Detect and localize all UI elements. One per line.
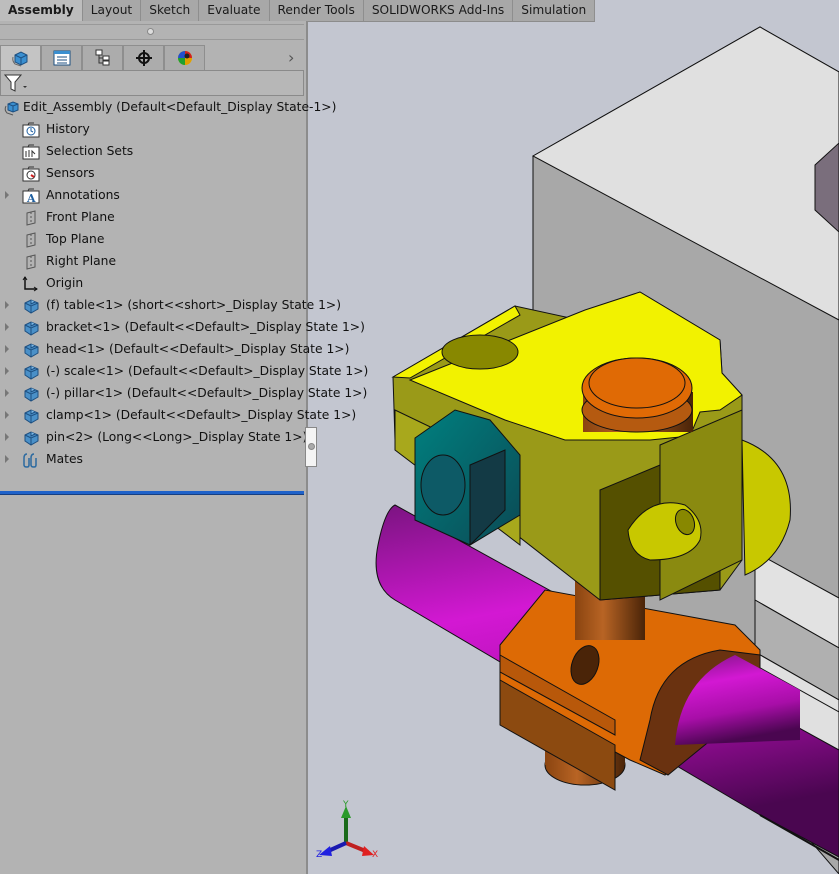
tree-item-label: Selection Sets bbox=[46, 144, 134, 158]
expand-arrow-icon[interactable] bbox=[5, 367, 9, 375]
expand-arrow-icon[interactable] bbox=[5, 345, 9, 353]
tree-item-top-plane[interactable]: Top Plane bbox=[0, 229, 304, 251]
expand-arrow-icon[interactable] bbox=[5, 323, 9, 331]
tab-layout[interactable]: Layout bbox=[82, 0, 142, 21]
dimxpertmanager-icon bbox=[135, 50, 152, 66]
tree-item-label: Top Plane bbox=[46, 232, 105, 246]
tree-item-front-plane[interactable]: Front Plane bbox=[0, 207, 304, 229]
splitter-grip-icon bbox=[147, 28, 154, 35]
pin-part[interactable] bbox=[581, 357, 693, 433]
tree-item-label: Mates bbox=[46, 452, 83, 466]
triad-y-label: Y bbox=[342, 800, 349, 810]
more-tabs-chevron-icon[interactable]: › bbox=[288, 48, 294, 67]
assembly-icon bbox=[4, 101, 19, 116]
tree-item-label: Annotations bbox=[46, 188, 120, 202]
part-icon bbox=[24, 299, 39, 314]
expand-arrow-icon[interactable] bbox=[5, 191, 9, 199]
expand-arrow-icon[interactable] bbox=[5, 301, 9, 309]
tree-item-history[interactable]: History bbox=[0, 119, 304, 141]
triad-x-label: X bbox=[372, 850, 378, 860]
tree-item-label: pin<2> (Long<<Long>_Display State 1>) bbox=[46, 430, 308, 444]
featuremanager-icon bbox=[11, 51, 27, 67]
tree-item-f-table-1-short-short-display-[interactable]: (f) table<1> (short<<short>_Display Stat… bbox=[0, 295, 341, 317]
displaymanager-tab[interactable] bbox=[164, 45, 205, 70]
manager-tabs bbox=[0, 45, 205, 70]
feature-manager-panel: › Edit_Assembly (Default<Default_Display… bbox=[0, 21, 368, 874]
part-icon bbox=[24, 431, 39, 446]
tree-item-label: (f) table<1> (short<<short>_Display Stat… bbox=[46, 298, 341, 312]
tree-item-clamp-1-default-default-displa[interactable]: clamp<1> (Default<<Default>_Display Stat… bbox=[0, 405, 356, 427]
selection-sets-folder-icon bbox=[22, 144, 40, 160]
graphics-viewport[interactable] bbox=[308, 21, 839, 874]
tree-end-separator bbox=[0, 491, 304, 495]
dimxpertmanager-tab[interactable] bbox=[123, 45, 164, 70]
plane-icon bbox=[26, 210, 36, 226]
tab-assembly[interactable]: Assembly bbox=[0, 0, 83, 21]
configurationmanager-tab[interactable] bbox=[82, 45, 123, 70]
svg-text:A: A bbox=[26, 192, 36, 204]
origin-icon bbox=[22, 276, 38, 292]
tree-item-label: head<1> (Default<<Default>_Display State… bbox=[46, 342, 350, 356]
tree-item-label: Front Plane bbox=[46, 210, 115, 224]
tab-render-tools[interactable]: Render Tools bbox=[269, 0, 364, 21]
tab-sketch[interactable]: Sketch bbox=[141, 0, 200, 21]
tree-item-pin-2-long-long-display-state-[interactable]: pin<2> (Long<<Long>_Display State 1>) bbox=[0, 427, 308, 449]
tree-item-mates[interactable]: Mates bbox=[0, 449, 304, 471]
part-icon bbox=[24, 321, 39, 336]
annotations-folder-icon: A bbox=[22, 188, 40, 204]
part-icon bbox=[24, 409, 39, 424]
expand-arrow-icon[interactable] bbox=[5, 389, 9, 397]
reference-triad: Y X Z bbox=[316, 800, 378, 860]
tree-item-head-1-default-default-display[interactable]: head<1> (Default<<Default>_Display State… bbox=[0, 339, 349, 361]
tree-item-origin[interactable]: Origin bbox=[0, 273, 304, 295]
tree-item-sensors[interactable]: Sensors bbox=[0, 163, 304, 185]
tree-item-label: Origin bbox=[46, 276, 84, 290]
tab-solidworks-add-ins[interactable]: SOLIDWORKS Add-Ins bbox=[363, 0, 514, 21]
tree-item-selection-sets[interactable]: Selection Sets bbox=[0, 141, 304, 163]
part-icon bbox=[24, 365, 39, 380]
tree-item-right-plane[interactable]: Right Plane bbox=[0, 251, 304, 273]
configurationmanager-icon bbox=[95, 49, 109, 66]
featuremanager-tab[interactable] bbox=[0, 45, 41, 70]
filter-icon bbox=[3, 74, 27, 92]
panel-splitter[interactable] bbox=[0, 24, 304, 40]
part-icon bbox=[24, 343, 39, 358]
part-icon bbox=[24, 387, 39, 402]
plane-icon bbox=[26, 254, 36, 270]
tab-simulation[interactable]: Simulation bbox=[513, 0, 596, 21]
propertymanager-tab[interactable] bbox=[41, 45, 82, 70]
tree-item-scale-1-default-default-displa[interactable]: (-) scale<1> (Default<<Default>_Display … bbox=[0, 361, 368, 383]
plane-icon bbox=[26, 232, 36, 248]
expand-arrow-icon[interactable] bbox=[5, 455, 9, 463]
tree-root-label: Edit_Assembly (Default<Default_Display S… bbox=[23, 100, 337, 114]
feature-tree: Edit_Assembly (Default<Default_Display S… bbox=[0, 97, 368, 471]
tree-root-assembly[interactable]: Edit_Assembly (Default<Default_Display S… bbox=[0, 97, 336, 119]
triad-z-label: Z bbox=[316, 850, 322, 860]
tab-evaluate[interactable]: Evaluate bbox=[199, 0, 270, 21]
mates-icon bbox=[23, 453, 37, 468]
filter-bar[interactable] bbox=[0, 70, 304, 96]
command-manager-tabs: Assembly Layout Sketch Evaluate Render T… bbox=[0, 0, 596, 22]
displaymanager-icon bbox=[177, 51, 192, 65]
tree-item-annotations[interactable]: A Annotations bbox=[0, 185, 304, 207]
tree-item-pillar-1-default-default-displ[interactable]: (-) pillar<1> (Default<<Default>_Display… bbox=[0, 383, 367, 405]
sensors-folder-icon bbox=[22, 166, 40, 182]
history-folder-icon bbox=[22, 122, 40, 138]
tree-item-label: History bbox=[46, 122, 90, 136]
tree-item-label: Right Plane bbox=[46, 254, 117, 268]
expand-arrow-icon[interactable] bbox=[5, 433, 9, 441]
tree-item-label: Sensors bbox=[46, 166, 95, 180]
expand-arrow-icon[interactable] bbox=[5, 411, 9, 419]
propertymanager-icon bbox=[53, 50, 70, 66]
tree-item-bracket-1-default-default-disp[interactable]: bracket<1> (Default<<Default>_Display St… bbox=[0, 317, 365, 339]
